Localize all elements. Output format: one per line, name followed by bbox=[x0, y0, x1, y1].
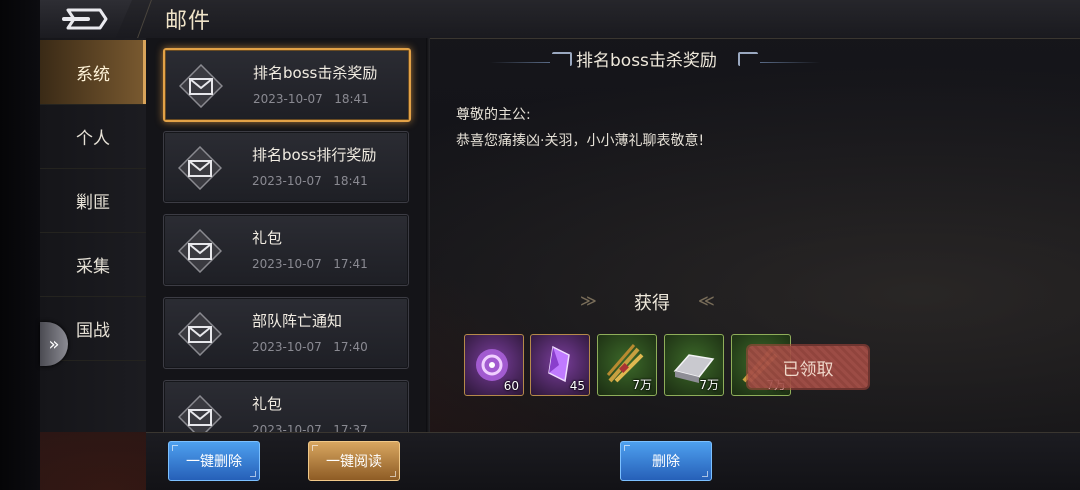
bottom-bar: 一键删除 一键阅读 删除 bbox=[146, 432, 1080, 490]
claimed-stamp: 已领取 bbox=[748, 346, 868, 388]
mail-item[interactable]: 排名boss排行奖励 2023-10-07 18:41 bbox=[163, 131, 409, 203]
mail-envelope-icon bbox=[178, 395, 222, 432]
reward-count: 45 bbox=[569, 379, 585, 393]
ornament-left-icon bbox=[552, 52, 572, 66]
mail-date: 2023-10-07 bbox=[252, 257, 322, 271]
mail-title: 排名boss击杀奖励 bbox=[253, 64, 378, 82]
left-edge bbox=[0, 0, 40, 490]
mail-envelope-icon bbox=[178, 146, 222, 190]
mail-time: 18:41 bbox=[334, 92, 369, 106]
header-line-left bbox=[490, 62, 550, 63]
mail-item[interactable]: 部队阵亡通知 2023-10-07 17:40 bbox=[163, 297, 409, 369]
reward-count: 60 bbox=[503, 379, 519, 393]
sidebar-item-bandit[interactable]: 剿匪 bbox=[40, 168, 146, 233]
mail-message: 恭喜您痛揍凶·关羽，小小薄礼聊表敬意! bbox=[456, 133, 705, 149]
reward-item[interactable]: 7万 bbox=[597, 334, 657, 396]
reward-count: 7万 bbox=[632, 378, 652, 392]
mail-datetime: 2023-10-07 18:41 bbox=[253, 92, 369, 106]
mail-time: 17:41 bbox=[333, 257, 368, 271]
mail-datetime: 2023-10-07 17:41 bbox=[252, 257, 368, 271]
detail-header: 排名boss击杀奖励 bbox=[430, 38, 1080, 78]
mail-title: 排名boss排行奖励 bbox=[252, 146, 377, 164]
reward-item[interactable]: 7万 bbox=[664, 334, 724, 396]
mail-item[interactable]: 排名boss击杀奖励 2023-10-07 18:41 bbox=[163, 48, 411, 122]
mail-date: 2023-10-07 bbox=[252, 174, 322, 188]
mail-time: 18:41 bbox=[333, 174, 368, 188]
back-button[interactable] bbox=[62, 6, 110, 32]
obtain-label: 获得 bbox=[634, 293, 670, 314]
sidebar-item-personal[interactable]: 个人 bbox=[40, 104, 146, 169]
mail-title: 礼包 bbox=[252, 395, 283, 413]
sidebar-item-system[interactable]: 系统 bbox=[40, 40, 146, 105]
mail-date: 2023-10-07 bbox=[253, 92, 323, 106]
delete-button[interactable]: 删除 bbox=[620, 441, 712, 481]
mail-time: 17:40 bbox=[333, 340, 368, 354]
mail-envelope-icon bbox=[179, 64, 223, 108]
mail-datetime: 2023-10-07 18:41 bbox=[252, 174, 368, 188]
category-sidebar: 系统 个人 剿匪 采集 国战 bbox=[40, 38, 147, 432]
header-line-right bbox=[760, 62, 820, 63]
mail-datetime: 2023-10-07 17:37 bbox=[252, 423, 368, 432]
mail-title: 礼包 bbox=[252, 229, 283, 247]
mail-envelope-icon bbox=[178, 312, 222, 356]
mail-greeting: 尊敬的主公: bbox=[456, 107, 531, 123]
mail-item[interactable]: 礼包 2023-10-07 17:37 bbox=[163, 380, 409, 432]
delete-all-button[interactable]: 一键删除 bbox=[168, 441, 260, 481]
page-title: 邮件 bbox=[165, 9, 212, 34]
mail-window: 邮件 系统 个人 剿匪 采集 国战 » 排名boss击杀奖励 2023-10-0… bbox=[0, 0, 1080, 490]
mail-title: 部队阵亡通知 bbox=[252, 312, 343, 330]
ornament-right-icon bbox=[738, 52, 758, 66]
mail-envelope-icon bbox=[178, 229, 222, 273]
mail-detail: 排名boss击杀奖励 尊敬的主公: 恭喜您痛揍凶·关羽，小小薄礼聊表敬意! ≫ … bbox=[430, 38, 1080, 432]
reward-item[interactable]: 45 bbox=[530, 334, 590, 396]
reward-count: 7万 bbox=[699, 378, 719, 392]
mail-time: 17:37 bbox=[333, 423, 368, 432]
sidebar-item-gather[interactable]: 采集 bbox=[40, 232, 146, 297]
back-arrow-icon bbox=[62, 8, 108, 30]
mail-datetime: 2023-10-07 17:40 bbox=[252, 340, 368, 354]
mail-date: 2023-10-07 bbox=[252, 423, 322, 432]
read-all-button[interactable]: 一键阅读 bbox=[308, 441, 400, 481]
reward-item[interactable]: 60 bbox=[464, 334, 524, 396]
obtain-section: ≫ 获得 ≪ bbox=[430, 286, 1080, 316]
wing-left-icon: ≫ bbox=[580, 291, 597, 310]
mail-item[interactable]: 礼包 2023-10-07 17:41 bbox=[163, 214, 409, 286]
double-chevron-right-icon: » bbox=[48, 333, 60, 355]
mail-list: 排名boss击杀奖励 2023-10-07 18:41 排名boss排行奖励 2… bbox=[146, 38, 426, 432]
wing-right-icon: ≪ bbox=[698, 291, 715, 310]
mail-date: 2023-10-07 bbox=[252, 340, 322, 354]
detail-title: 排名boss击杀奖励 bbox=[576, 51, 717, 71]
